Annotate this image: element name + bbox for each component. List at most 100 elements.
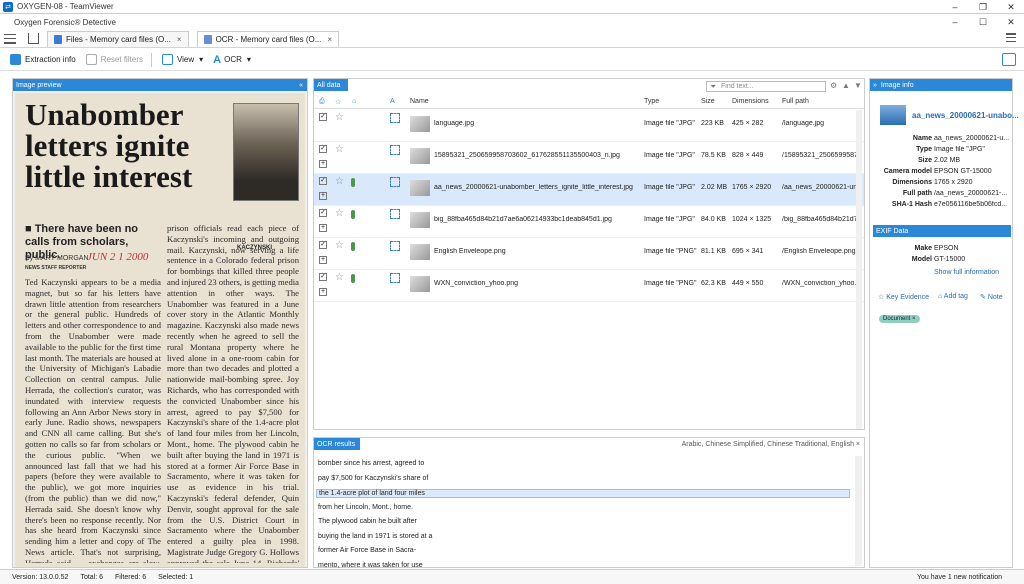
column-dimensions[interactable]: Dimensions (732, 98, 769, 105)
minimize-icon[interactable]: – (948, 2, 962, 12)
row-checkbox[interactable]: ✓ (319, 113, 327, 121)
options-icon[interactable] (1006, 33, 1016, 42)
attachment-icon (351, 274, 355, 283)
attachment-icon (351, 242, 355, 251)
ocr-results-panel: OCR results Arabic, Chinese Simplified, … (313, 437, 865, 569)
scrollbar[interactable] (856, 110, 862, 429)
add-tag-button[interactable]: ⌂ Add tag (938, 293, 968, 300)
maximize-icon[interactable]: ❐ (976, 2, 990, 13)
row-checkbox[interactable]: ✓ (319, 177, 327, 185)
ocr-line[interactable]: the 1.4-acre plot of land four miles (316, 489, 850, 498)
panel-title: Image info (880, 81, 914, 89)
ocr-line[interactable]: from her Lincoln, Mont., home. (318, 504, 413, 511)
expand-icon[interactable]: + (319, 192, 327, 200)
teamviewer-icon: ⇄ (3, 1, 13, 12)
tab-ocr[interactable]: OCR - Memory card files (O... × (196, 30, 340, 47)
info-row: Size 2.02 MB (870, 157, 1014, 167)
table-row[interactable]: ✓ + ☆ aa_news_20000621-unabomber_letters_ig… (314, 174, 864, 206)
table-row[interactable]: ✓ + ☆ 15895321_250659958703602_617628551135… (314, 142, 864, 174)
button-label: Note (987, 294, 1003, 301)
tab-close-icon[interactable]: × (327, 35, 332, 44)
app-titlebar: Oxygen Forensic® Detective (0, 14, 1024, 30)
star-icon[interactable]: ☆ (335, 240, 344, 251)
scrollbar[interactable] (855, 456, 862, 566)
collapse-icon[interactable]: « (299, 82, 303, 89)
ocr-button[interactable]: A OCR ▾ (213, 54, 251, 66)
image-preview-panel: Image preview « Unabomber letters ignite… (12, 78, 308, 568)
column-full-path[interactable]: Full path (782, 98, 809, 105)
ocr-line[interactable]: former Air Force Base in Sacra- (318, 547, 416, 554)
ocr-line[interactable]: mento, where it was taken for use (318, 562, 423, 569)
show-full-information-link[interactable]: Show full information (934, 269, 999, 276)
attachment-icon (351, 178, 355, 187)
note-button[interactable]: ✎ Note (980, 293, 1003, 301)
column-name[interactable]: Name (410, 98, 429, 105)
layout-icon[interactable] (1002, 53, 1016, 66)
ocr-line[interactable]: pay $7,500 for Kaczynski's share of (318, 475, 428, 482)
minimize-icon[interactable]: – (948, 17, 962, 27)
close-icon[interactable]: ✕ (1004, 2, 1018, 13)
tag-icon[interactable]: ⌂ (352, 98, 356, 105)
notification-text[interactable]: You have 1 new notification (917, 574, 1002, 581)
toolbar: Extraction info Reset filters View ▾ A O… (0, 49, 1024, 71)
collapse-icon[interactable]: » (873, 82, 877, 89)
home-icon[interactable] (28, 33, 39, 44)
ocr-line[interactable]: bomber since his arrest, agreed to (318, 460, 424, 467)
ocr-line[interactable]: The plywood cabin he built after (318, 518, 417, 525)
close-icon[interactable]: ✕ (1004, 17, 1018, 28)
cell-size: 78.5 KB (701, 152, 726, 159)
star-icon[interactable]: ☆ (335, 208, 344, 219)
find-text-input[interactable]: Find text... (706, 81, 826, 92)
star-icon[interactable]: ☆ (335, 112, 344, 123)
cell-dimensions: 449 × 550 (732, 280, 764, 287)
info-value: Image file "JPG" (934, 146, 985, 153)
cell-name: aa_news_20000621-unabomber_letters_ignit… (434, 184, 633, 191)
cell-size: 223 KB (701, 120, 724, 127)
tab-files[interactable]: Files - Memory card files (O... × (47, 30, 189, 47)
table-row[interactable]: ✓ + ☆ WXN_conviction_yhoo.png Image file "PN… (314, 270, 864, 302)
ocr-column-icon[interactable]: A (390, 98, 395, 105)
chevron-up-icon[interactable]: ▲ (842, 81, 850, 90)
chevron-down-icon: ▾ (246, 55, 251, 64)
cell-size: 81.1 KB (701, 248, 726, 255)
table-row[interactable]: ✓ + ☆ big_88fba465d84b21d7ae6a06214933bc1de… (314, 206, 864, 238)
newspaper-headline: Unabomber letters ignite little interest (25, 97, 193, 194)
cell-name: 15895321_250659958703602_617628551135500… (434, 152, 620, 159)
expand-icon[interactable]: + (319, 224, 327, 232)
search-options-icon[interactable]: ⚙ (830, 81, 837, 90)
expand-icon[interactable]: + (319, 160, 327, 168)
version-text: Version: 13.0.0.52 (12, 573, 69, 581)
expand-icon[interactable]: + (319, 288, 327, 296)
table-row[interactable]: ✓ + ☆ English Enveleope.png Image file "PNG"… (314, 238, 864, 270)
ocr-line[interactable]: buying the land in 1971 is stored at a (318, 533, 432, 540)
tag-badge[interactable]: Document × (879, 315, 920, 323)
image-info-panel: » Image info aa_news_20000621-unabo... N… (869, 78, 1019, 568)
column-size[interactable]: Size (701, 98, 715, 105)
row-checkbox[interactable]: ✓ (319, 241, 327, 249)
star-icon[interactable]: ☆ (335, 176, 344, 187)
cell-name: WXN_conviction_yhoo.png (434, 280, 519, 287)
maximize-icon[interactable]: ☐ (976, 17, 990, 28)
column-type[interactable]: Type (644, 98, 659, 105)
star-icon[interactable]: ☆ (335, 144, 344, 155)
star-icon[interactable]: ☆ (335, 98, 341, 106)
chevron-down-icon: ▾ (199, 55, 204, 64)
extraction-info-button[interactable]: Extraction info (10, 54, 76, 65)
row-checkbox[interactable]: ✓ (319, 209, 327, 217)
reset-filters-button[interactable]: Reset filters (85, 54, 143, 65)
panel-header: » Image info (870, 79, 1012, 91)
star-icon[interactable]: ☆ (335, 272, 344, 283)
expand-icon[interactable]: + (319, 256, 327, 264)
menu-icon[interactable] (4, 33, 16, 44)
table-row[interactable]: ✓ ☆ language.jpg Image file "JPG" 223 KB 425 … (314, 110, 864, 142)
key-evidence-button[interactable]: ☆ Key Evidence (878, 293, 929, 301)
tab-close-icon[interactable]: × (177, 35, 182, 44)
row-checkbox[interactable]: ✓ (319, 273, 327, 281)
info-row: Type Image file "JPG" (870, 146, 1014, 156)
row-checkbox[interactable]: ✓ (319, 145, 327, 153)
chevron-down-icon[interactable]: ▼ (854, 81, 862, 90)
ocr-languages[interactable]: Arabic, Chinese Simplified, Chinese Trad… (682, 441, 860, 448)
info-key: Size (917, 157, 932, 164)
view-button[interactable]: View ▾ (161, 54, 204, 65)
print-icon[interactable]: ⎙ (319, 98, 325, 106)
